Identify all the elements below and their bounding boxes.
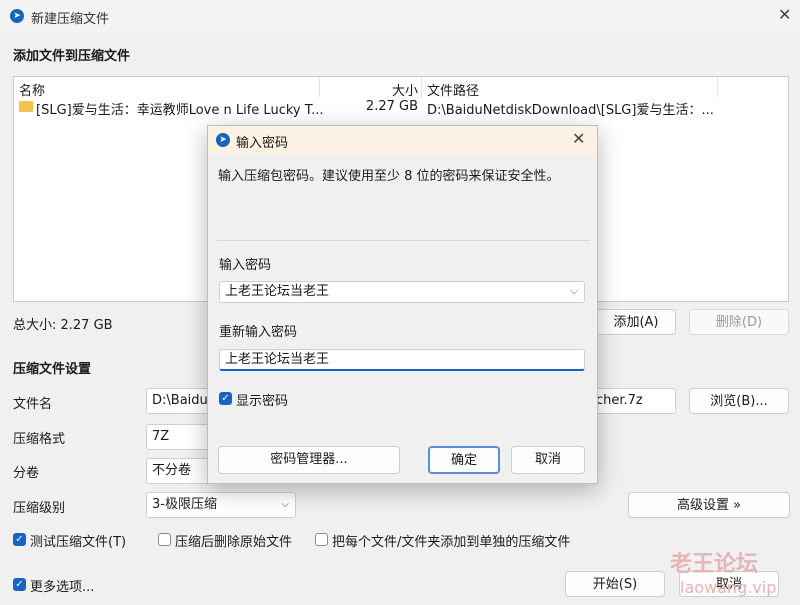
advanced-settings-button[interactable]: 高级设置 »: [628, 492, 790, 518]
row-size: 2.27 GB: [365, 99, 418, 114]
confirm-password-input[interactable]: 上老王论坛当老王: [219, 349, 585, 371]
filename-value-start: D:\Baidu: [152, 393, 208, 408]
delete-original-checkbox[interactable]: [158, 533, 171, 546]
column-header-path[interactable]: 文件路径: [427, 80, 479, 99]
chevron-down-icon[interactable]: ⌵: [570, 282, 578, 302]
confirm-password-label: 重新输入密码: [219, 325, 298, 340]
watermark-text: 老王论坛: [670, 552, 759, 577]
row-path: D:\BaiduNetdiskDownload\[SLG]爱与生活：...: [427, 103, 714, 118]
split-label: 分卷: [13, 466, 40, 481]
test-archive-checkbox[interactable]: ✓: [13, 533, 26, 546]
level-select[interactable]: 3-极限压缩 ⌵: [146, 492, 296, 518]
password-label: 输入密码: [219, 258, 272, 273]
password-manager-button[interactable]: 密码管理器...: [218, 446, 400, 474]
separate-archives-label: 把每个文件/文件夹添加到单独的压缩文件: [332, 535, 571, 550]
total-size: 总大小: 2.27 GB: [13, 318, 113, 333]
start-button[interactable]: 开始(S): [565, 571, 665, 597]
column-divider: [421, 77, 422, 97]
browse-button[interactable]: 浏览(B)...: [689, 388, 789, 414]
settings-section-title: 压缩文件设置: [13, 362, 92, 377]
format-value: 7Z: [152, 429, 170, 444]
add-button[interactable]: 添加(A): [596, 309, 676, 335]
table-row[interactable]: [SLG]爱与生活：幸运教师Love n Life Lucky T... 2.2…: [14, 98, 788, 118]
password-value: 上老王论坛当老王: [225, 284, 330, 299]
format-label: 压缩格式: [13, 432, 66, 447]
level-value: 3-极限压缩: [152, 497, 217, 512]
chevron-down-icon: ⌵: [281, 499, 289, 510]
column-divider: [319, 77, 320, 97]
password-dialog: ➤ 输入密码 ✕ 输入压缩包密码。建议使用至少 8 位的密码来保证安全性。 输入…: [207, 125, 598, 484]
close-icon[interactable]: ✕: [572, 129, 585, 148]
column-divider: [717, 77, 718, 97]
row-name: [SLG]爱与生活：幸运教师Love n Life Lucky T...: [36, 103, 324, 118]
delete-original-label: 压缩后删除原始文件: [175, 535, 293, 550]
more-options-checkbox[interactable]: ✓: [13, 578, 26, 591]
dialog-title-bar: ➤ 输入密码 ✕: [208, 126, 597, 154]
watermark-url: laowang.vip: [680, 578, 777, 597]
add-section-title: 添加文件到压缩文件: [13, 49, 131, 64]
app-logo-icon: ➤: [216, 133, 230, 147]
confirm-password-value: 上老王论坛当老王: [225, 352, 330, 367]
column-header-size[interactable]: 大小: [374, 80, 418, 99]
more-options-label: 更多选项...: [30, 580, 95, 595]
password-input[interactable]: 上老王论坛当老王 ⌵: [219, 281, 585, 303]
folder-icon: [19, 101, 33, 112]
separate-archives-checkbox[interactable]: [315, 533, 328, 546]
column-header-name[interactable]: 名称: [19, 80, 45, 99]
close-icon[interactable]: ✕: [778, 5, 791, 24]
ok-button[interactable]: 确定: [428, 446, 500, 474]
show-password-label: 显示密码: [236, 394, 289, 409]
title-bar: ➤ 新建压缩文件 ✕: [0, 0, 800, 32]
level-label: 压缩级别: [13, 501, 66, 516]
test-archive-label: 测试压缩文件(T): [30, 535, 127, 550]
divider: [217, 240, 590, 241]
app-logo-icon: ➤: [10, 9, 24, 23]
split-value: 不分卷: [152, 463, 192, 478]
dialog-title: 输入密码: [236, 136, 289, 151]
dialog-cancel-button[interactable]: 取消: [511, 446, 585, 474]
delete-button[interactable]: 删除(D): [689, 309, 789, 335]
show-password-checkbox[interactable]: ✓: [219, 392, 232, 405]
window-title: 新建压缩文件: [31, 12, 110, 27]
dialog-description: 输入压缩包密码。建议使用至少 8 位的密码来保证安全性。: [218, 169, 560, 184]
filename-label: 文件名: [13, 397, 53, 412]
